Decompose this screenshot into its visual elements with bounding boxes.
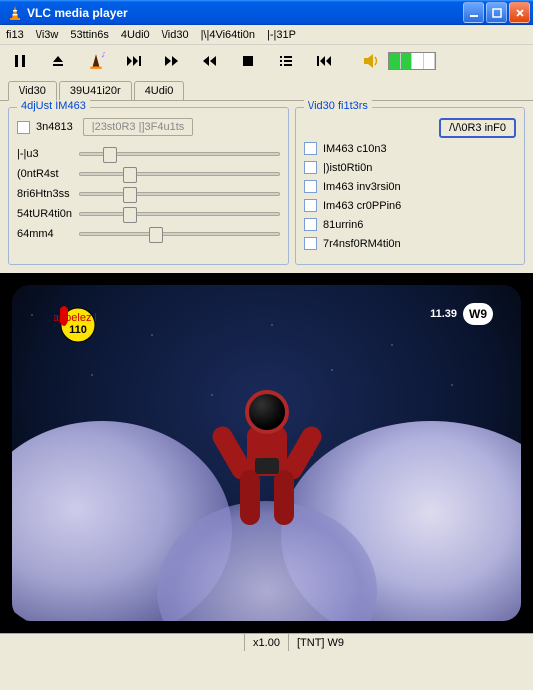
window-title: VLC media player bbox=[27, 6, 463, 20]
saturation-slider[interactable] bbox=[79, 212, 280, 216]
rewind-button[interactable] bbox=[200, 51, 220, 71]
channel-logo: W9 bbox=[463, 303, 493, 325]
tab-video[interactable]: \/id30 bbox=[8, 81, 57, 101]
eject-button[interactable] bbox=[48, 51, 68, 71]
filter-label: |)ist0Rti0n bbox=[323, 162, 372, 174]
status-speed: x1.00 bbox=[244, 634, 288, 651]
hue-label: |-|u3 bbox=[17, 148, 79, 160]
more-info-button[interactable]: /\/\0R3 inF0 bbox=[439, 118, 516, 138]
tabbar: \/id30 39U41i20r 4Udi0 bbox=[0, 77, 533, 100]
gamma-label: 64mm4 bbox=[17, 228, 79, 240]
maximize-button[interactable] bbox=[486, 2, 507, 23]
tab-audio[interactable]: 4Udi0 bbox=[134, 81, 185, 100]
filter-label: Im463 cr0PPin6 bbox=[323, 200, 401, 212]
contrast-label: (0ntR4st bbox=[17, 168, 79, 180]
statusbar: x1.00 [TNT] W9 bbox=[0, 633, 533, 651]
brightness-slider[interactable] bbox=[79, 192, 280, 196]
distortion-checkbox[interactable] bbox=[304, 161, 317, 174]
adjust-image-group: 4djUst IM463 3n4813 |23st0R3 |]3F4u1ts |… bbox=[8, 107, 289, 265]
filter-label: Im463 inv3rsi0n bbox=[323, 181, 401, 193]
brightness-label: 8ri6Htn3ss bbox=[17, 188, 79, 200]
hue-slider[interactable] bbox=[79, 152, 280, 156]
image-clone-checkbox[interactable] bbox=[304, 142, 317, 155]
svg-text:110: 110 bbox=[69, 324, 87, 336]
pause-button[interactable] bbox=[10, 51, 30, 71]
filter-label: 81urrin6 bbox=[323, 219, 363, 231]
menu-audio[interactable]: 4Udi0 bbox=[121, 29, 150, 41]
fastforward-button[interactable] bbox=[162, 51, 182, 71]
menubar: fi13 \/i3w 53ttin6s 4Udi0 \/id30 |\|4Vi6… bbox=[0, 25, 533, 45]
gamma-slider[interactable] bbox=[79, 232, 280, 236]
transformation-checkbox[interactable] bbox=[304, 237, 317, 250]
video-filters-group: \/id30 fi1t3rs /\/\0R3 inF0 IM463 c10n3 … bbox=[295, 107, 525, 265]
svg-text:♪: ♪ bbox=[101, 52, 106, 61]
menu-settings[interactable]: 53ttin6s bbox=[70, 29, 109, 41]
contrast-slider[interactable] bbox=[79, 172, 280, 176]
menu-file[interactable]: fi13 bbox=[6, 29, 24, 41]
appelez-110-badge: appelez le 110 bbox=[54, 301, 96, 343]
stop-button[interactable] bbox=[238, 51, 258, 71]
toolbar: ♪ bbox=[0, 45, 533, 77]
saturation-label: 54tUR4ti0n bbox=[17, 208, 79, 220]
cropping-checkbox[interactable] bbox=[304, 199, 317, 212]
previous-button[interactable] bbox=[314, 51, 334, 71]
filter-label: IM463 c10n3 bbox=[323, 143, 387, 155]
video-frame: appelez le 110 11.39 W9 bbox=[12, 285, 521, 621]
enable-checkbox[interactable] bbox=[17, 121, 30, 134]
broadcast-time: 11.39 bbox=[430, 308, 457, 320]
playlist-button[interactable] bbox=[276, 51, 296, 71]
menu-navigation[interactable]: |\|4Vi64ti0n bbox=[201, 29, 255, 41]
menu-view[interactable]: \/i3w bbox=[36, 29, 59, 41]
titlebar: VLC media player bbox=[0, 0, 533, 25]
enable-label: 3n4813 bbox=[36, 121, 73, 133]
menu-video[interactable]: \/id30 bbox=[162, 29, 189, 41]
astronaut-figure bbox=[222, 390, 312, 530]
video-output[interactable]: appelez le 110 11.39 W9 bbox=[0, 273, 533, 633]
speaker-icon[interactable] bbox=[362, 51, 382, 71]
volume-slider[interactable] bbox=[388, 52, 436, 70]
disc-icon[interactable]: ♪ bbox=[86, 51, 106, 71]
close-button[interactable] bbox=[509, 2, 530, 23]
blurring-checkbox[interactable] bbox=[304, 218, 317, 231]
status-channel: [TNT] W9 bbox=[288, 634, 533, 651]
vlc-cone-icon bbox=[7, 5, 23, 21]
broadcast-overlay: 11.39 W9 bbox=[430, 303, 493, 325]
next-button[interactable] bbox=[124, 51, 144, 71]
filters-group-title: \/id30 fi1t3rs bbox=[304, 100, 372, 112]
tab-equalizer[interactable]: 39U41i20r bbox=[59, 81, 132, 100]
restore-defaults-button[interactable]: |23st0R3 |]3F4u1ts bbox=[83, 118, 194, 136]
minimize-button[interactable] bbox=[463, 2, 484, 23]
filter-label: 7r4nsf0RM4ti0n bbox=[323, 238, 401, 250]
inversion-checkbox[interactable] bbox=[304, 180, 317, 193]
menu-help[interactable]: |-|31P bbox=[267, 29, 296, 41]
adjust-group-title: 4djUst IM463 bbox=[17, 100, 90, 112]
